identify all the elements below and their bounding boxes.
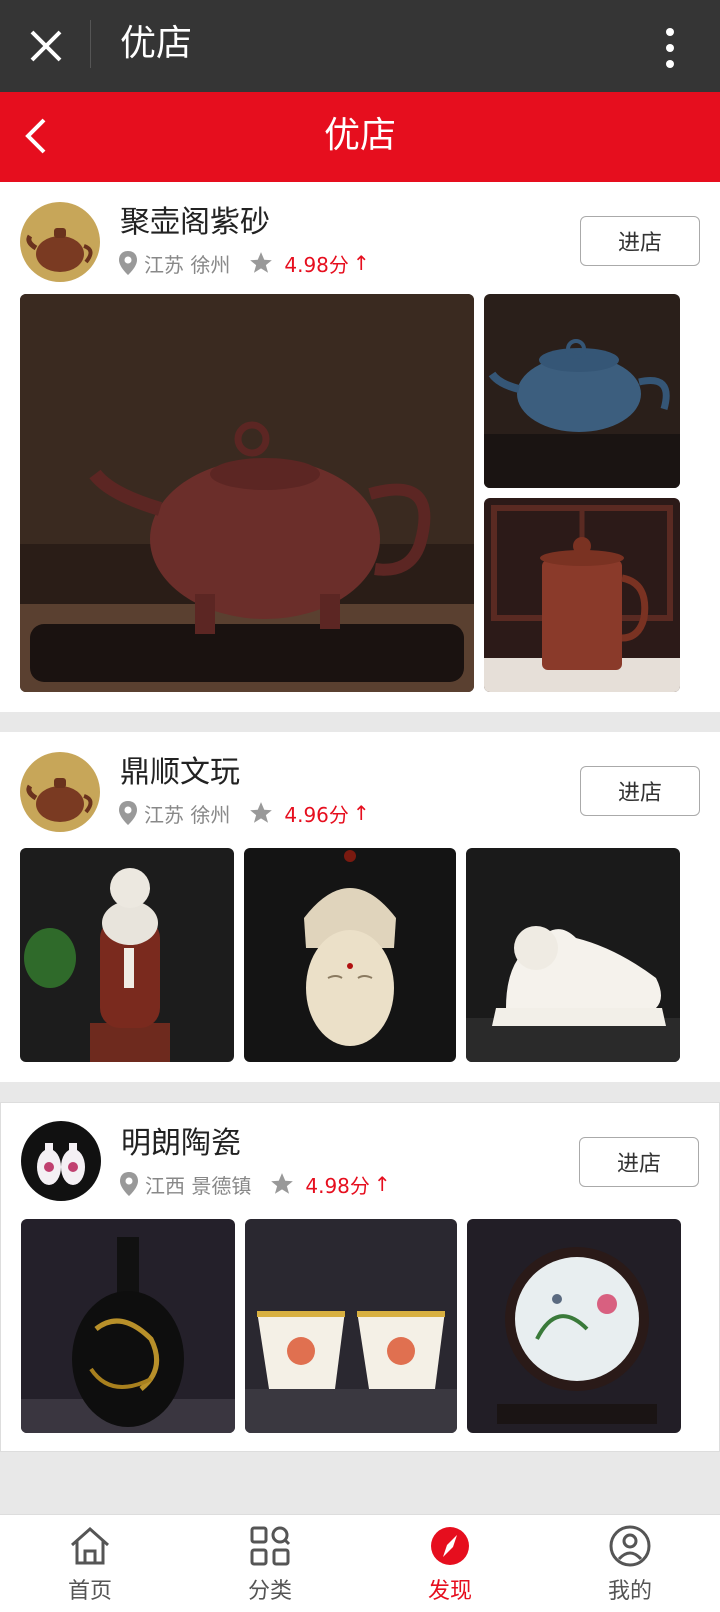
shop-avatar[interactable] [20, 202, 100, 282]
product-image[interactable] [244, 848, 456, 1062]
product-image[interactable] [245, 1219, 457, 1433]
shop-score: 4.98分 [284, 252, 349, 277]
shop-meta: 江苏 徐州 4.98分 ↑ [118, 248, 370, 278]
shop-score: 4.98分 [305, 1173, 370, 1198]
shop-card: 鼎顺文玩 江苏 徐州 4.96分 ↑ 进店 [0, 732, 720, 1082]
profile-icon [609, 1525, 651, 1567]
tab-label: 首页 [67, 1579, 112, 1604]
category-icon [250, 1526, 291, 1566]
location-pin-icon [119, 251, 137, 275]
enter-shop-button[interactable]: 进店 [580, 216, 700, 266]
close-icon[interactable] [22, 22, 70, 70]
product-image[interactable] [467, 1219, 681, 1433]
shop-meta: 江苏 徐州 4.96分 ↑ [118, 798, 370, 828]
tab-discover[interactable]: 发现 [360, 1515, 540, 1612]
shop-score: 4.96分 [284, 802, 349, 827]
product-image[interactable] [484, 294, 680, 488]
home-icon [71, 1526, 109, 1565]
shop-meta: 江西 景德镇 4.98分 ↑ [119, 1169, 391, 1199]
product-image[interactable] [21, 1219, 235, 1433]
tab-category[interactable]: 分类 [180, 1515, 360, 1612]
bottom-tab-bar: 首页 分类 发现 我的 [0, 1514, 720, 1612]
star-icon [271, 1173, 294, 1194]
tab-label: 分类 [247, 1579, 292, 1604]
star-icon [250, 802, 273, 823]
shop-avatar[interactable] [20, 752, 100, 832]
app-topbar: 优店 [0, 0, 720, 92]
shop-name[interactable]: 鼎顺文玩 [120, 752, 240, 794]
trend-up-icon: ↑ [373, 1172, 391, 1196]
shop-name[interactable]: 聚壶阁紫砂 [120, 202, 270, 244]
product-image[interactable] [20, 294, 474, 692]
location-pin-icon [119, 801, 137, 825]
shop-name[interactable]: 明朗陶瓷 [121, 1123, 241, 1165]
star-icon [250, 252, 273, 273]
location-pin-icon [120, 1172, 138, 1196]
shop-location: 江苏 徐州 [144, 252, 231, 277]
more-icon[interactable] [660, 26, 680, 70]
app-title: 优店 [120, 23, 193, 64]
divider [90, 20, 91, 68]
discover-icon [431, 1527, 469, 1565]
page-title: 优店 [323, 115, 396, 156]
enter-shop-button[interactable]: 进店 [579, 1137, 699, 1187]
shop-avatar[interactable] [21, 1121, 101, 1201]
tab-label: 我的 [607, 1579, 652, 1604]
shop-card: 明朗陶瓷 江西 景德镇 4.98分 ↑ 进店 [0, 1102, 720, 1452]
tab-profile[interactable]: 我的 [540, 1515, 720, 1612]
trend-up-icon: ↑ [352, 801, 370, 825]
shop-location: 江苏 徐州 [144, 802, 231, 827]
tab-label: 发现 [427, 1579, 472, 1604]
tab-home[interactable]: 首页 [0, 1515, 180, 1612]
page-header: 优店 [0, 92, 720, 182]
shop-card: 聚壶阁紫砂 江苏 徐州 4.98分 ↑ 进店 [0, 182, 720, 712]
product-image[interactable] [466, 848, 680, 1062]
shop-location: 江西 景德镇 [145, 1173, 252, 1198]
trend-up-icon: ↑ [352, 251, 370, 275]
enter-shop-button[interactable]: 进店 [580, 766, 700, 816]
product-image[interactable] [484, 498, 680, 692]
product-image[interactable] [20, 848, 234, 1062]
